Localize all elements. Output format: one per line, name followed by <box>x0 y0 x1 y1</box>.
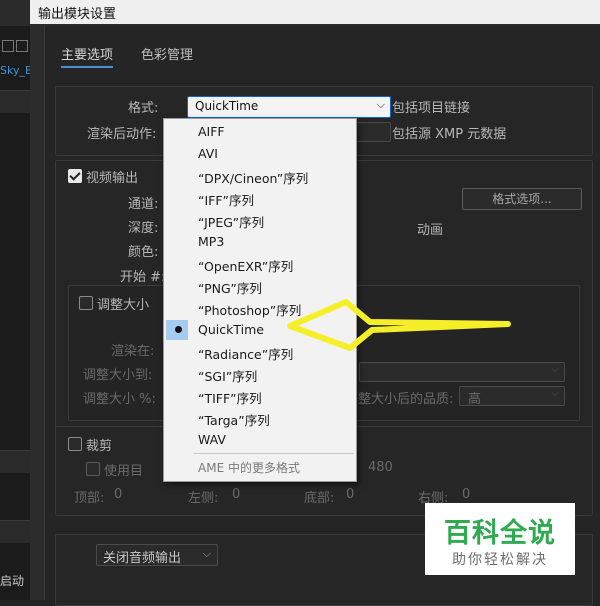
lock-icon <box>16 40 28 52</box>
menu-item[interactable]: “PNG”序列 <box>164 275 356 297</box>
menu-item-label: “Targa”序列 <box>198 413 270 428</box>
menu-item-label: WAV <box>198 432 226 447</box>
menu-item-label: AIFF <box>198 124 225 139</box>
background-label: 启动 <box>0 574 25 588</box>
chevron-down-icon: ⌵ <box>202 547 211 560</box>
crop-left-value: 0 <box>232 487 241 502</box>
annotation-arrow-icon <box>287 299 511 351</box>
format-options-button[interactable]: 格式选项... <box>462 188 582 210</box>
menu-item-label: QuickTime <box>198 322 264 337</box>
menu-item[interactable]: “IFF”序列 <box>164 187 356 209</box>
menu-item[interactable]: “TIFF”序列 <box>164 385 356 407</box>
include-xmp-label: 包括源 XMP 元数据 <box>392 127 507 142</box>
resize-quality-label: 调整大小后的品质: <box>345 392 454 407</box>
menu-item-more-formats[interactable]: AME 中的更多格式 <box>198 459 300 476</box>
composition-name: Sky_B <box>0 64 30 77</box>
selection-indicator <box>166 320 188 340</box>
color-label: 颜色: <box>128 245 159 260</box>
crop-right-value: 0 <box>462 487 471 502</box>
dialog-titlebar[interactable]: 输出模块设置 <box>30 0 600 24</box>
menu-item[interactable]: “OpenEXR”序列 <box>164 253 356 275</box>
channels-label: 通道: <box>128 197 159 212</box>
use-roi-label: 使用目 <box>104 464 144 479</box>
background-row <box>0 450 30 473</box>
watermark-subtitle: 助你轻松解决 <box>452 552 548 568</box>
format-label: 格式: <box>128 101 159 116</box>
depth-label: 深度: <box>128 221 159 236</box>
menu-item[interactable]: “JPEG”序列 <box>164 209 356 231</box>
resize-quality-value: 高 <box>468 392 482 407</box>
audio-output-select[interactable]: 关闭音频输出 ⌵ <box>96 544 218 566</box>
background-app-strip: Sky_B 启动 <box>0 0 30 600</box>
background-toolbar <box>0 0 30 26</box>
dialog-title: 输出模块设置 <box>38 7 117 22</box>
menu-item-label: “JPEG”序列 <box>198 215 265 230</box>
background-tool-icon <box>2 40 14 52</box>
resize-percent-label: 调整大小 %: <box>83 392 156 407</box>
menu-item-label: AVI <box>198 146 218 161</box>
menu-item[interactable]: “DPX/Cineon”序列 <box>164 165 356 187</box>
crop-left-label: 左侧: <box>188 491 219 506</box>
resize-to-label: 调整大小到: <box>83 368 153 383</box>
codec-label: 动画 <box>417 223 444 238</box>
crop-checkbox[interactable] <box>68 437 82 451</box>
crop-bottom-label: 底部: <box>304 491 335 506</box>
tab-color-management[interactable]: 色彩管理 <box>141 44 193 63</box>
resize-checkbox[interactable] <box>79 296 93 310</box>
video-output-label: 视频输出 <box>86 171 139 186</box>
watermark-title: 百科全说 <box>444 518 556 549</box>
menu-item-label: “IFF”序列 <box>198 193 255 208</box>
crop-top-value: 0 <box>114 487 123 502</box>
background-row <box>0 520 30 543</box>
menu-item-label: “SGI”序列 <box>198 369 258 384</box>
post-render-label: 渲染后动作: <box>87 127 157 142</box>
include-project-link-label: 包括项目链接 <box>392 101 471 116</box>
menu-item[interactable]: “SGI”序列 <box>164 363 356 385</box>
crop-bottom-value: 0 <box>346 487 355 502</box>
start-number-label: 开始 #: <box>120 270 166 285</box>
tab-main-options[interactable]: 主要选项 <box>61 44 114 68</box>
resize-quality-select[interactable]: 高 ⌵ <box>459 386 565 407</box>
audio-output-value: 关闭音频输出 <box>103 551 182 566</box>
crop-label: 裁剪 <box>86 439 113 454</box>
crop-top-label: 顶部: <box>74 491 105 506</box>
menu-item-label: “DPX/Cineon”序列 <box>198 171 309 186</box>
menu-item[interactable]: MP3 <box>164 231 356 253</box>
menu-item[interactable]: AVI <box>164 143 356 165</box>
menu-item-label: “PNG”序列 <box>198 281 262 296</box>
use-roi-checkbox[interactable] <box>86 462 100 476</box>
menu-separator <box>194 453 354 454</box>
background-row <box>0 90 30 113</box>
menu-item-label: MP3 <box>198 234 225 249</box>
resize-to-select[interactable]: ⌵ <box>359 362 565 382</box>
menu-item-label: “Radiance”序列 <box>198 347 294 362</box>
chevron-down-icon: ⌵ <box>551 388 559 399</box>
resize-label: 调整大小 <box>97 298 150 313</box>
menu-item[interactable]: WAV <box>164 429 356 451</box>
menu-item-label: “TIFF”序列 <box>198 391 262 406</box>
menu-item-label: “OpenEXR”序列 <box>198 259 294 274</box>
render-at-label: 渲染在: <box>111 344 155 359</box>
video-output-checkbox[interactable] <box>68 169 82 183</box>
crop-size-value: 480 <box>368 460 393 475</box>
menu-item[interactable]: AIFF <box>164 121 356 143</box>
chevron-down-icon: ⌵ <box>551 364 559 375</box>
watermark-logo: 百科全说 助你轻松解决 <box>425 503 575 575</box>
chevron-down-icon: ⌵ <box>376 98 385 111</box>
bullet-icon <box>175 326 182 333</box>
format-select-value: QuickTime <box>195 99 259 113</box>
menu-item[interactable]: “Targa”序列 <box>164 407 356 429</box>
post-render-select[interactable] <box>355 122 391 142</box>
format-select[interactable]: QuickTime ⌵ <box>187 96 391 118</box>
